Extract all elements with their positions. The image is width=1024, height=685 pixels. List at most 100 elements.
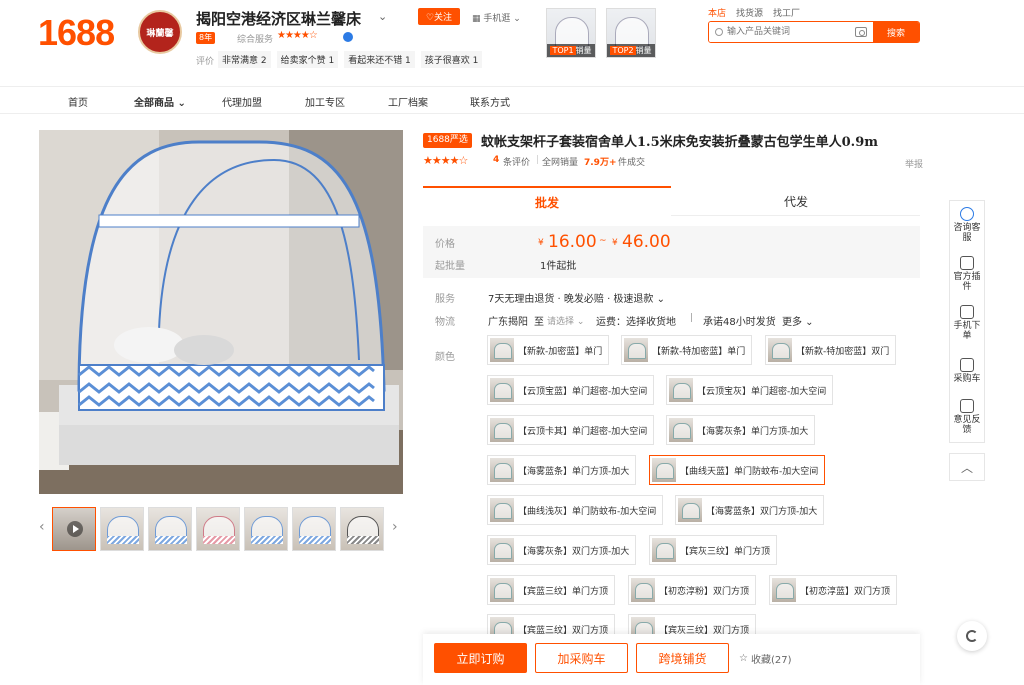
search-input[interactable]	[709, 22, 873, 42]
side-item-feedback[interactable]: 意见反馈	[950, 399, 984, 435]
sku-option[interactable]: 【海雾蓝条】双门方顶-加大	[675, 495, 825, 525]
thumbnail-video[interactable]	[52, 507, 96, 551]
store-logo[interactable]: 琳蘭馨	[138, 10, 182, 54]
thumbnail[interactable]	[196, 507, 240, 551]
sku-thumbnail	[631, 578, 655, 602]
chevron-left-icon[interactable]: ‹	[39, 519, 45, 535]
qr-icon	[960, 305, 974, 319]
nav-all-products[interactable]: 全部商品 ⌄	[134, 94, 186, 109]
strict-select-badge: 1688严选	[423, 133, 472, 148]
sku-option[interactable]: 【新款-特加密蓝】双门	[765, 335, 897, 365]
side-item-plugin[interactable]: 官方插件	[950, 256, 984, 292]
chevron-down-icon[interactable]: ⌄	[378, 10, 387, 23]
support-button[interactable]	[957, 621, 987, 651]
header: 1688 琳蘭馨 揭阳空港经济区琳兰馨床 ⌄ ♡关注 ▦ 手机逛 ⌄ 8年 综合…	[0, 0, 1024, 84]
sku-label: 【云顶宝蓝】单门超密-加大空间	[518, 386, 648, 397]
sku-option[interactable]: 【新款-特加密蓝】单门	[621, 335, 753, 365]
thumbnail-strip: ‹ ›	[39, 507, 403, 551]
follow-button[interactable]: ♡关注	[418, 8, 460, 25]
nav-contact[interactable]: 联系方式	[470, 94, 510, 109]
logistics-more[interactable]: 更多 ⌄	[782, 313, 814, 328]
add-to-cart-button[interactable]: 加采购车	[535, 643, 628, 673]
rating-stars: ★★★★☆	[423, 154, 468, 167]
review-label[interactable]: 条评价	[503, 155, 530, 168]
logistics-choose[interactable]: 请选择 ⌄	[547, 314, 584, 327]
sku-option[interactable]: 【云顶宝灰】单门超密-加大空间	[666, 375, 834, 405]
main-product-image[interactable]	[39, 130, 403, 494]
sku-thumbnail	[768, 338, 792, 362]
nav-factory[interactable]: 工厂档案	[388, 94, 428, 109]
sku-option[interactable]: 【曲线浅灰】单门防蚊布-加大空间	[487, 495, 664, 525]
sku-label: 【宾灰三纹】单门方顶	[680, 546, 771, 557]
nav-agent[interactable]: 代理加盟	[222, 94, 262, 109]
review-tag[interactable]: 看起来还不错 1	[344, 51, 415, 68]
top-product-label: TOP1 销量	[547, 44, 595, 57]
sku-label: 【海雾蓝条】双门方顶-加大	[706, 506, 818, 517]
side-item-service[interactable]: 咨询客服	[950, 207, 984, 243]
sku-option[interactable]: 【宾蓝三纹】单门方顶	[487, 575, 616, 605]
back-to-top-button[interactable]: ︿	[949, 453, 985, 481]
buy-now-button[interactable]: 立即订购	[434, 643, 527, 673]
sku-option[interactable]: 【海雾蓝条】单门方顶-加大	[487, 455, 637, 485]
sku-option[interactable]: 【初恋淳蓝】双门方顶	[769, 575, 898, 605]
nav-processing[interactable]: 加工专区	[305, 94, 345, 109]
sku-option[interactable]: 【海雾灰条】单门方顶-加大	[666, 415, 816, 445]
report-link[interactable]: 举报	[905, 157, 923, 170]
moq-value: 1件起批	[540, 261, 577, 272]
price-label: 价格	[435, 239, 455, 250]
chat-icon	[960, 207, 974, 221]
chevron-down-icon: ⌄	[177, 98, 186, 109]
cross-border-button[interactable]: 跨境铺货	[636, 643, 729, 673]
thumbnail[interactable]	[100, 507, 144, 551]
action-bar: 立即订购 加采购车 跨境铺货 ☆ 收藏(27)	[423, 634, 920, 685]
site-logo[interactable]: 1688	[38, 12, 115, 54]
side-item-mobile[interactable]: 手机下单	[950, 305, 984, 341]
thumbnail[interactable]	[292, 507, 336, 551]
tab-dropship[interactable]: 代发	[672, 186, 920, 216]
sku-option[interactable]: 【云顶卡其】单门超密-加大空间	[487, 415, 655, 445]
search-tab-factory[interactable]: 找工厂	[773, 6, 800, 19]
price-currency: ¥	[612, 238, 618, 248]
thumbnail-image	[251, 536, 283, 544]
sku-label: 【初恋淳蓝】双门方顶	[800, 586, 891, 597]
sku-option[interactable]: 【新款-加密蓝】单门	[487, 335, 610, 365]
sku-option[interactable]: 【海雾灰条】双门方顶-加大	[487, 535, 637, 565]
review-tag[interactable]: 非常满意 2	[218, 51, 271, 68]
edit-icon	[960, 399, 974, 413]
sku-option-selected[interactable]: 【曲线天蓝】单门防蚊布-加大空间	[649, 455, 826, 485]
sku-thumbnail	[652, 538, 676, 562]
tab-wholesale[interactable]: 批发	[423, 186, 671, 216]
thumbnail[interactable]	[340, 507, 384, 551]
sku-option[interactable]: 【初恋淳粉】双门方顶	[628, 575, 757, 605]
thumbnail-image	[299, 536, 331, 544]
store-name[interactable]: 揭阳空港经济区琳兰馨床	[196, 8, 361, 29]
sku-option[interactable]: 【宾灰三纹】单门方顶	[649, 535, 778, 565]
review-count[interactable]: 4	[493, 155, 499, 165]
top-product-2[interactable]: TOP2 销量	[606, 8, 656, 58]
price-currency: ¥	[538, 238, 544, 248]
top-product-1[interactable]: TOP1 销量	[546, 8, 596, 58]
thumbnail[interactable]	[244, 507, 288, 551]
favorite-button[interactable]: ☆ 收藏(27)	[739, 651, 792, 666]
mobile-link[interactable]: ▦ 手机逛 ⌄	[472, 11, 521, 24]
price-high: 46.00	[622, 232, 671, 252]
search-button[interactable]: 搜索	[873, 22, 919, 42]
thumbnail-image	[203, 536, 235, 544]
sku-option[interactable]: 【云顶宝蓝】单门超密-加大空间	[487, 375, 655, 405]
chevron-right-icon[interactable]: ›	[392, 519, 398, 535]
nav-home[interactable]: 首页	[68, 94, 88, 109]
favorite-label: 收藏(27)	[750, 655, 792, 666]
search-tab-store[interactable]: 本店	[708, 6, 726, 19]
side-item-label: 意见反馈	[953, 415, 981, 435]
service-value[interactable]: 7天无理由退货 · 晚发必赔 · 极速退款 ⌄	[488, 290, 665, 305]
qr-icon: ▦	[472, 14, 481, 24]
thumbnail[interactable]	[148, 507, 192, 551]
logistics-to: 至	[534, 317, 544, 328]
sku-thumbnail	[490, 538, 514, 562]
review-tag[interactable]: 给卖家个赞 1	[276, 51, 339, 68]
sku-label: 【海雾灰条】双门方顶-加大	[518, 546, 630, 557]
side-item-cart[interactable]: 采购车	[950, 358, 984, 384]
camera-icon[interactable]	[855, 27, 867, 37]
search-tab-source[interactable]: 找货源	[736, 6, 763, 19]
review-tag[interactable]: 孩子很喜欢 1	[420, 51, 483, 68]
